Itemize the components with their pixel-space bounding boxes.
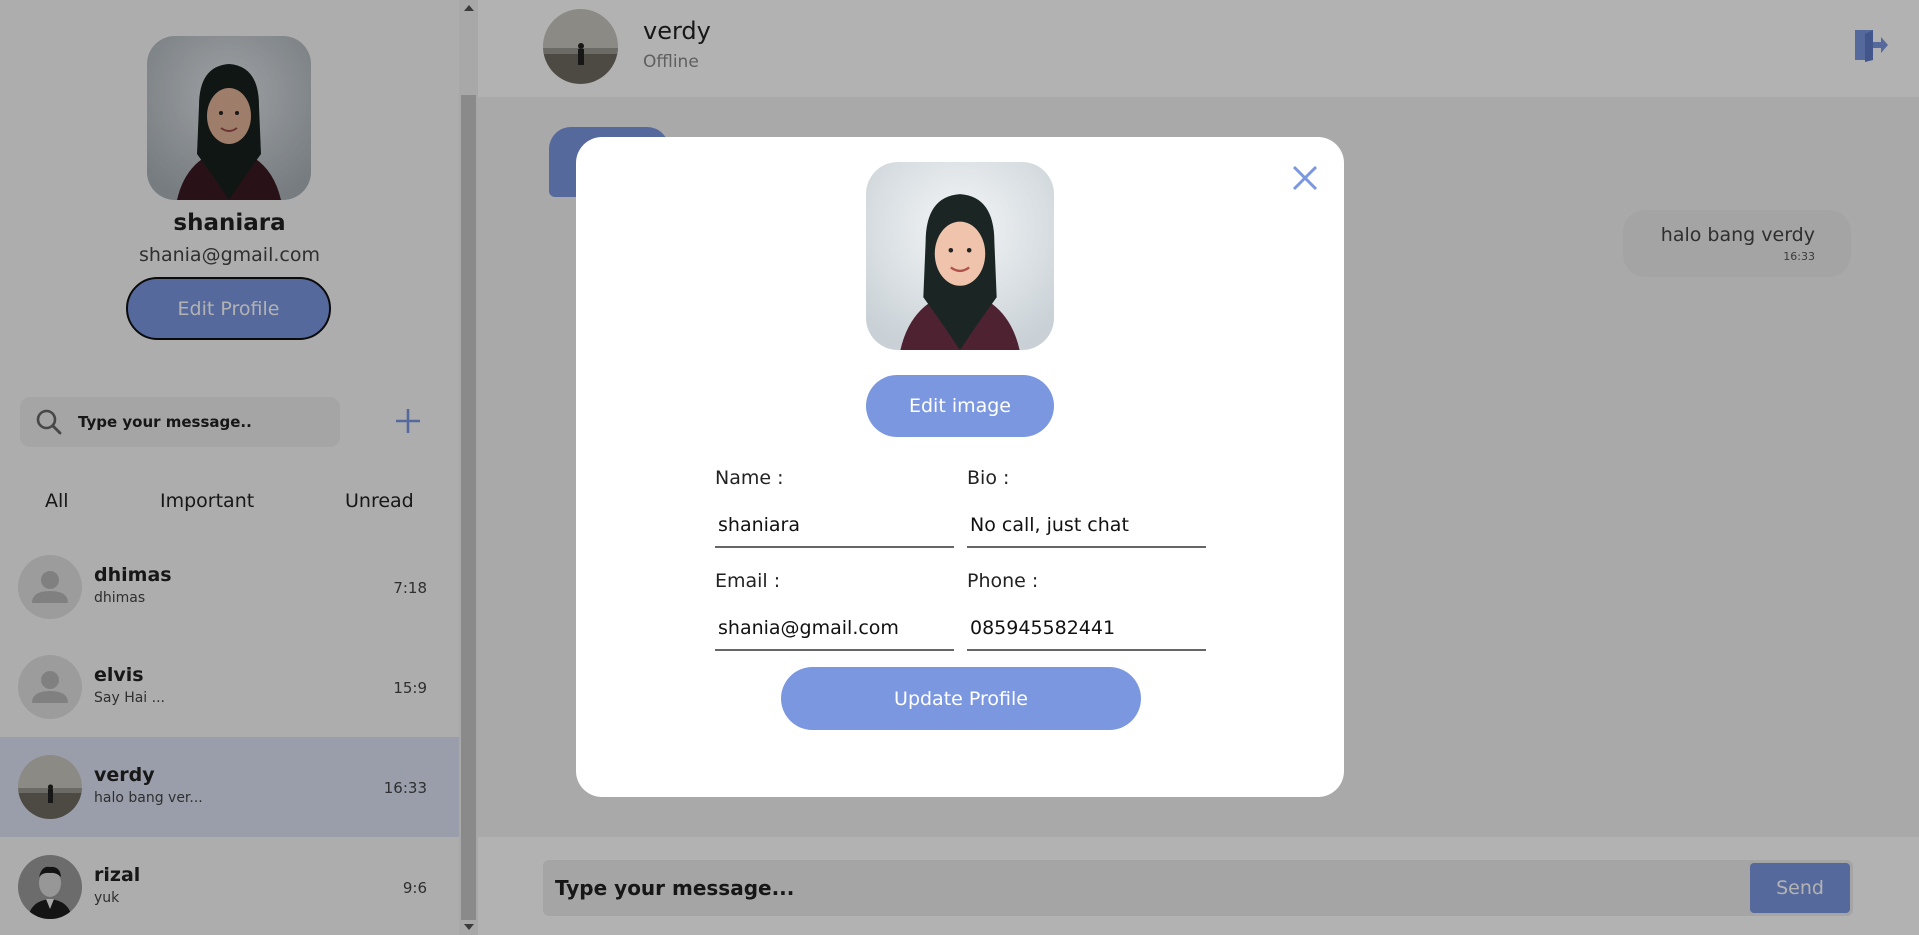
email-field[interactable]	[715, 607, 954, 651]
bio-field[interactable]	[967, 504, 1206, 548]
name-field[interactable]	[715, 504, 954, 548]
update-profile-button[interactable]: Update Profile	[781, 667, 1141, 730]
phone-field[interactable]	[967, 607, 1206, 651]
close-icon[interactable]	[1290, 163, 1320, 193]
edit-image-button[interactable]: Edit image	[866, 375, 1054, 437]
bio-label: Bio :	[967, 467, 1010, 489]
phone-label: Phone :	[967, 570, 1039, 592]
modal-profile-photo	[866, 162, 1054, 350]
name-label: Name :	[715, 467, 784, 489]
email-label: Email :	[715, 570, 781, 592]
edit-profile-modal: Edit image Name : Bio : Email : Phone : …	[576, 137, 1344, 797]
